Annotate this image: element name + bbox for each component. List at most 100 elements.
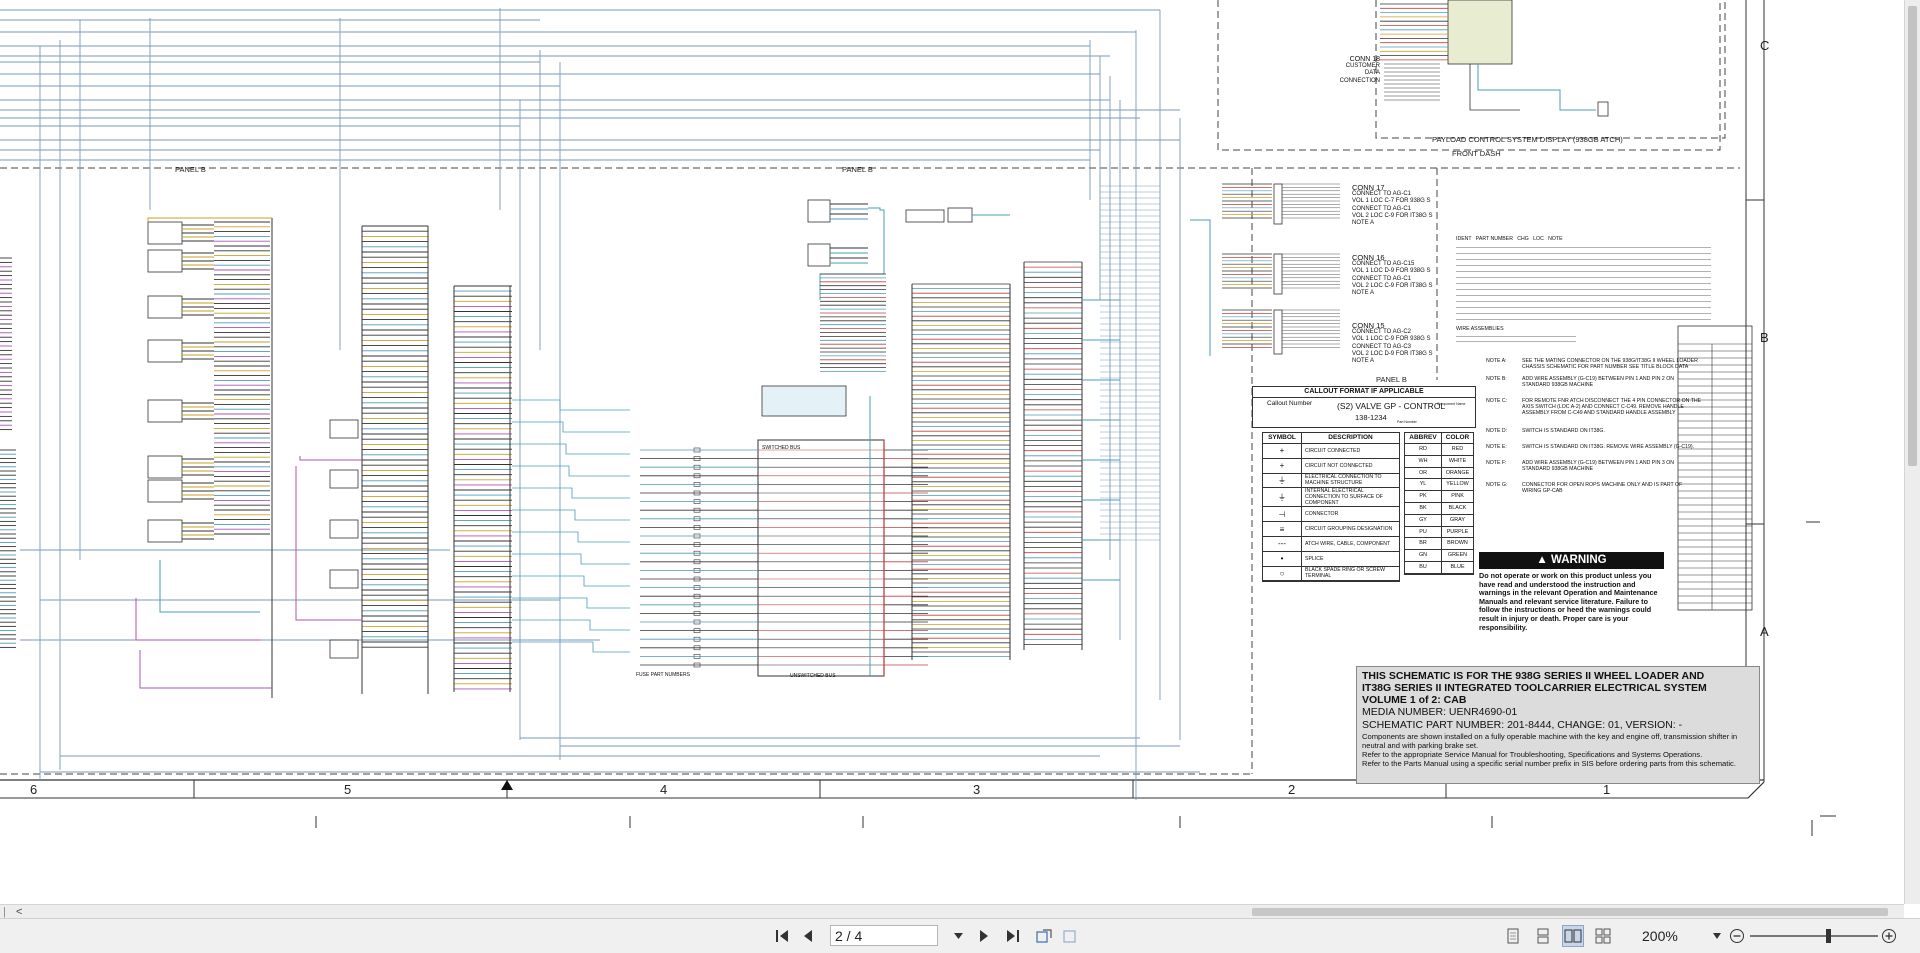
- color-row: GN GREEN: [1405, 550, 1473, 562]
- unswitched-bus-label: UNSWITCHED BUS: [790, 673, 836, 679]
- wire: [512, 509, 630, 521]
- color-row: YL YELLOW: [1405, 479, 1473, 492]
- title-line-1: THIS SCHEMATIC IS FOR THE 938G SERIES II…: [1362, 670, 1705, 682]
- rotate-icon[interactable]: [1034, 925, 1054, 947]
- switch-box: [147, 519, 183, 543]
- fit-icon[interactable]: [1060, 925, 1080, 947]
- horizontal-scrollbar[interactable]: < |: [0, 904, 1904, 919]
- zone-2: 2: [1288, 782, 1295, 797]
- horizontal-scroll-thumb[interactable]: [1252, 908, 1888, 916]
- title-block: THIS SCHEMATIC IS FOR THE 938G SERIES II…: [1356, 666, 1760, 784]
- note: NOTE E: SWITCH IS STANDARD ON IT38G. REMO…: [1486, 444, 1702, 450]
- note: NOTE G: CONNECTOR FOR OPEN ROPS MACHINE O…: [1486, 482, 1702, 494]
- single-page-icon[interactable]: [1504, 925, 1522, 947]
- wire-assemblies-label: WIRE ASSEMBLIES: [1456, 326, 1504, 332]
- first-page-icon[interactable]: [774, 925, 790, 947]
- prev-page-icon[interactable]: [800, 925, 816, 947]
- legend-row: ⊣ CONNECTOR: [1263, 507, 1399, 523]
- wire: [1190, 219, 1211, 356]
- parts-list: [1456, 244, 1711, 320]
- zoom-slider-handle[interactable]: [1826, 929, 1831, 943]
- fuse-part-numbers-label: FUSE PART NUMBERS: [636, 672, 690, 678]
- payload-display-label: PAYLOAD CONTROL SYSTEM DISPLAY (938GB AT…: [1432, 135, 1623, 144]
- conn15-line: VOL 1 LOC C-9 FOR 938G S: [1352, 336, 1431, 343]
- last-page-icon[interactable]: [1004, 925, 1022, 947]
- color-abbrev: YL: [1405, 479, 1442, 491]
- conn17-line: CONNECT TO AG-C1: [1352, 191, 1412, 198]
- zone-4: 4: [660, 782, 667, 797]
- two-page-icon[interactable]: [1562, 925, 1584, 947]
- zoom-out-icon[interactable]: [1728, 925, 1746, 947]
- connector-box: [947, 207, 973, 223]
- conn16-line: CONNECT TO AG-C1: [1352, 275, 1412, 282]
- relay-box: [807, 243, 831, 267]
- zoom-in-icon[interactable]: [1880, 925, 1898, 947]
- wire: [512, 443, 630, 455]
- next-page-icon[interactable]: [976, 925, 992, 947]
- legend-description: CIRCUIT NOT CONNECTED: [1305, 462, 1373, 469]
- switch-box: [329, 639, 359, 659]
- switch-box: [147, 455, 183, 479]
- note-label: NOTE C:: [1486, 398, 1508, 404]
- note: NOTE D: SWITCH IS STANDARD ON IT38G.: [1486, 428, 1702, 434]
- legend-symbol: •: [1263, 551, 1302, 566]
- conn15-block: CONN 15 CONNECT TO AG-C2 VOL 1 LOC C-9 F…: [1352, 322, 1442, 365]
- conn18-title: CONN 18: [1349, 56, 1380, 63]
- color-name: YELLOW: [1446, 481, 1469, 488]
- scroll-view-icon[interactable]: [1594, 925, 1612, 947]
- legend-symbol: ⏚: [1263, 473, 1302, 488]
- note-text: CONNECTOR FOR OPEN ROPS MACHINE ONLY AND…: [1522, 482, 1683, 494]
- wire: [512, 619, 630, 631]
- wire: [1477, 64, 1596, 111]
- viewer-toolbar: 2 / 4 200%: [0, 918, 1920, 953]
- legend-row: ⏚ INTERNAL ELECTRICAL CONNECTION TO SURFA…: [1263, 488, 1399, 508]
- vertical-scroll-thumb[interactable]: [1908, 6, 1917, 466]
- scroll-left-button[interactable]: <: [16, 905, 22, 919]
- wire: [512, 531, 630, 543]
- note-label: NOTE G:: [1486, 482, 1508, 488]
- page-dropdown-icon[interactable]: [952, 925, 964, 947]
- callout-component-name: Component Name: [1437, 402, 1466, 406]
- color-name: BROWN: [1447, 540, 1468, 547]
- color-row: BR BROWN: [1405, 538, 1473, 551]
- callout-number-label: Callout Number: [1267, 400, 1313, 407]
- legend-description: CIRCUIT CONNECTED: [1305, 447, 1361, 454]
- conn15-line: VOL 2 LOC D-9 FOR IT38G S: [1352, 350, 1433, 357]
- callout-box: CALLOUT FORMAT IF APPLICABLE Callout Num…: [1252, 386, 1476, 428]
- color-row: RD RED: [1405, 444, 1473, 456]
- legend-symbol: +: [1263, 458, 1302, 473]
- page-number-input[interactable]: 2 / 4: [830, 925, 938, 946]
- note-text: SWITCH IS STANDARD ON IT38G. REMOVE WIRE…: [1522, 444, 1695, 450]
- note-text: ADD WIRE ASSEMBLY (G-C19) BETWEEN PIN 1 …: [1522, 460, 1675, 472]
- conn16-line: NOTE A: [1352, 290, 1375, 297]
- switch-box: [147, 339, 183, 363]
- vertical-scrollbar[interactable]: [1904, 0, 1920, 904]
- color-row: BK BLACK: [1405, 502, 1473, 515]
- color-abbrev: GN: [1405, 550, 1442, 561]
- front-dash-label: FRONT DASH: [1452, 149, 1501, 158]
- zoom-slider[interactable]: [1750, 929, 1878, 943]
- wire: [147, 217, 272, 222]
- symbol-legend: SYMBOL DESCRIPTION + CIRCUIT CONNECTED + CI…: [1262, 432, 1400, 583]
- zoom-dropdown-icon[interactable]: [1712, 925, 1722, 947]
- zoom-level[interactable]: 200%: [1642, 926, 1710, 946]
- continuous-icon[interactable]: [1534, 925, 1552, 947]
- conn15-line: CONNECT TO AG-C3: [1352, 343, 1412, 350]
- note: NOTE C: FOR REMOTE FNR ATCH DISCONNECT TH…: [1486, 398, 1702, 416]
- color-abbrev: RD: [1405, 444, 1442, 455]
- row-a: A: [1760, 624, 1769, 639]
- wire: [512, 597, 630, 609]
- panel-collapse-marker[interactable]: |: [3, 905, 6, 919]
- switch-box: [329, 569, 359, 589]
- notes-list: NOTE A: SEE THE MATING CONNECTOR ON THE 9…: [1486, 358, 1702, 494]
- color-row: PK PINK: [1405, 491, 1473, 503]
- document-viewport[interactable]: 6 5 4 3 2 1 C B A PANEL B PANEL B PANEL …: [0, 0, 1904, 904]
- conn17-title: CONN 17: [1352, 183, 1385, 192]
- description-header: DESCRIPTION: [1328, 434, 1373, 441]
- lamp-box: [1597, 101, 1609, 117]
- legend-description: CONNECTOR: [1305, 511, 1339, 518]
- color-row: BU BLUE: [1405, 561, 1473, 574]
- legend-symbol: ⊣: [1263, 507, 1302, 522]
- wire: [139, 650, 272, 689]
- zone-5: 5: [344, 782, 351, 797]
